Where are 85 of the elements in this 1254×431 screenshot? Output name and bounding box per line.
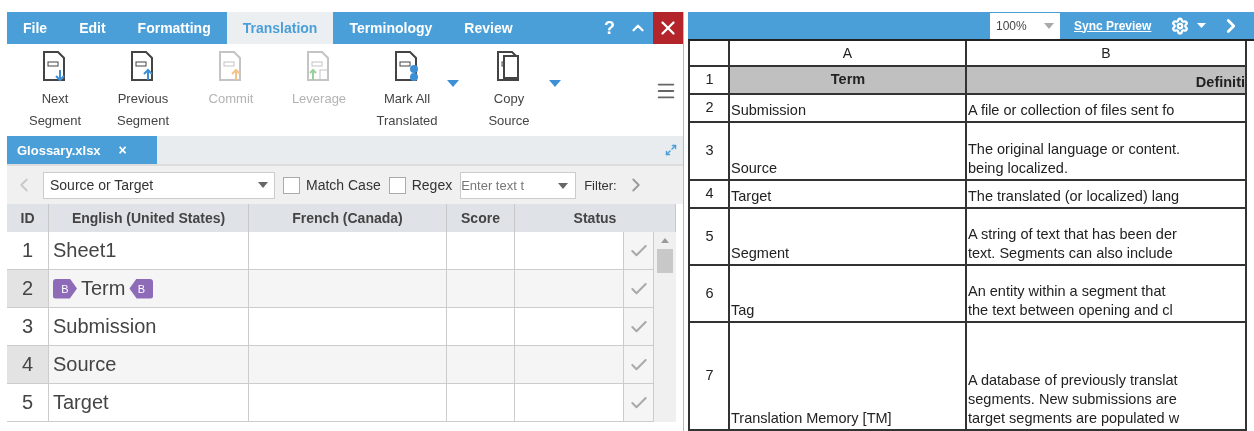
sheet-cell: Translation Memory [TM]: [730, 323, 967, 431]
regex-checkbox[interactable]: [388, 176, 406, 194]
sync-preview-link[interactable]: Sync Preview: [1074, 18, 1152, 33]
menu-tab[interactable]: File: [7, 12, 64, 44]
row-number: 5: [690, 209, 730, 266]
sheet-cell: Definiti: [967, 67, 1247, 95]
caret-icon[interactable]: [1197, 23, 1207, 28]
target-cell[interactable]: [249, 270, 447, 308]
row-number: 2: [690, 95, 730, 123]
column-header: Score: [447, 204, 515, 232]
filter-label: Filter:: [584, 177, 617, 193]
segment-text: Term: [81, 277, 126, 300]
id-cell: 2: [7, 270, 49, 308]
menu-tab[interactable]: Translation: [226, 12, 334, 44]
menu-tab[interactable]: Terminology: [333, 12, 449, 44]
scroll-thumb[interactable]: [657, 249, 673, 273]
sheet-cell: A file or collection of files sent fo: [967, 95, 1247, 123]
sheet-cell: The original language or content. being localized.: [967, 123, 1247, 181]
column-header: English (United States): [49, 204, 249, 232]
row-number: 6: [690, 266, 730, 323]
ribbon-button[interactable]: Next Segment: [15, 50, 95, 132]
sheet-cell: An entity within a segment that the text between opening and cl: [967, 266, 1247, 323]
segment-text: Submission: [53, 315, 157, 338]
score-cell: [447, 384, 515, 422]
ribbon-button[interactable]: Copy Source: [469, 50, 549, 132]
segment-text: Sheet1: [53, 239, 117, 262]
source-cell[interactable]: Submission: [49, 308, 249, 346]
target-cell[interactable]: [249, 346, 447, 384]
id-cell: 5: [7, 384, 49, 422]
checkbox-label: Match Case: [306, 177, 381, 193]
id-cell: 4: [7, 346, 49, 384]
row-number: 4: [690, 181, 730, 209]
row-number: 7: [690, 323, 730, 431]
caret-icon[interactable]: [549, 80, 561, 88]
checkbox-label: Regex: [411, 177, 453, 193]
tab-close-button[interactable]: ×: [118, 142, 127, 158]
score-cell: [447, 232, 515, 270]
close-button[interactable]: [653, 12, 683, 44]
id-cell: 3: [7, 308, 49, 346]
help-button[interactable]: ?: [596, 12, 623, 44]
sheet-cell: Target: [730, 181, 967, 209]
tag-marker: B: [53, 278, 77, 299]
caret-icon[interactable]: [447, 80, 459, 88]
segment-text: Source: [53, 353, 117, 376]
score-cell: [447, 308, 515, 346]
ribbon-button[interactable]: Mark All Translated: [367, 50, 447, 132]
menu-tab[interactable]: Formatting: [121, 12, 227, 44]
row-number: 1: [690, 67, 730, 95]
sheet-cell: The translated (or localized) lang: [967, 181, 1247, 209]
scope-dropdown[interactable]: Source or Target: [43, 171, 275, 199]
ribbon-button[interactable]: Previous Segment: [103, 50, 183, 132]
segment-text: Target: [53, 391, 109, 414]
source-cell[interactable]: Target: [49, 384, 249, 422]
row-number: 3: [690, 123, 730, 181]
caret-icon: [1044, 22, 1054, 29]
column-header: Status: [515, 204, 676, 232]
caret-icon[interactable]: [558, 182, 569, 189]
score-cell: [447, 270, 515, 308]
sheet-cell: A database of previously translat segments. New submissions are target segments are populated w: [967, 323, 1247, 431]
scroll-up-icon[interactable]: [661, 238, 669, 243]
sheet-cell: Submission: [730, 95, 967, 123]
source-cell[interactable]: Sheet1: [49, 232, 249, 270]
sheet-cell: Tag: [730, 266, 967, 323]
document-tab[interactable]: Glossary.xlsx ×: [7, 136, 157, 164]
menu-tab[interactable]: Edit: [63, 12, 122, 44]
column-header: French (Canada): [249, 204, 447, 232]
menu-tab[interactable]: Review: [448, 12, 529, 44]
score-cell: [447, 346, 515, 384]
sheet-cell: Segment: [730, 209, 967, 266]
match-case-checkbox[interactable]: [283, 176, 300, 194]
tag-marker: B: [129, 278, 154, 299]
sheet-cell: Term: [730, 67, 967, 95]
sheet-cell: Source: [730, 123, 967, 181]
source-cell[interactable]: Source: [49, 346, 249, 384]
target-cell[interactable]: [249, 384, 447, 422]
id-cell: 1: [7, 232, 49, 270]
scrollbar[interactable]: [654, 232, 676, 422]
zoom-dropdown[interactable]: 100%: [990, 12, 1060, 39]
sheet-cell: A string of text that has been der text. Segments can also include: [967, 209, 1247, 266]
target-cell[interactable]: [249, 308, 447, 346]
column-header: ID: [7, 204, 49, 232]
target-cell[interactable]: [249, 232, 447, 270]
search-field[interactable]: Enter text t: [460, 171, 577, 199]
source-cell[interactable]: B Term B: [49, 270, 249, 308]
caret-icon: [258, 182, 268, 188]
